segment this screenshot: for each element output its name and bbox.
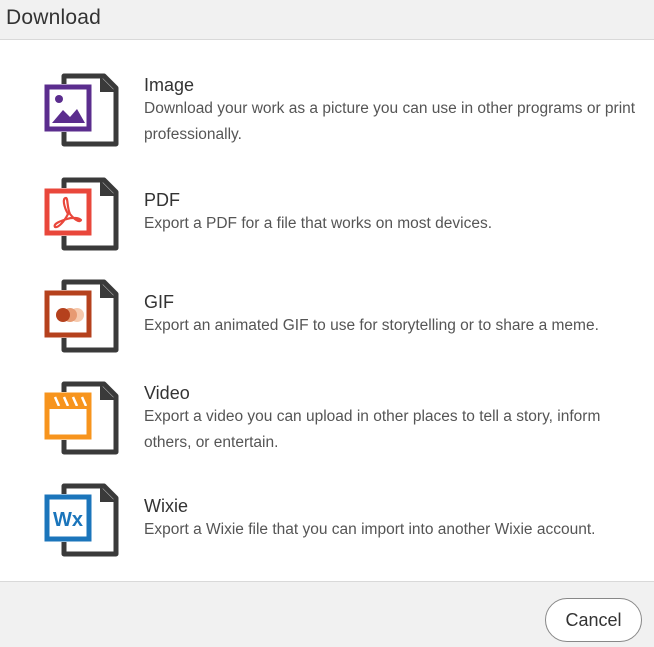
option-description: Download your work as a picture you can … (144, 100, 636, 143)
download-option-pdf[interactable]: PDF Export a PDF for a file that works o… (0, 174, 654, 254)
download-option-gif[interactable]: GIF Export an animated GIF to use for st… (0, 276, 654, 356)
download-option-image[interactable]: Image Download your work as a picture yo… (0, 70, 654, 150)
option-title: GIF (144, 292, 174, 312)
dialog-footer: Cancel (0, 581, 654, 647)
gif-file-icon (44, 279, 119, 353)
video-file-icon (44, 381, 119, 455)
option-description: Export a Wixie file that you can import … (144, 521, 596, 538)
option-description: Export a video you can upload in other p… (144, 408, 601, 451)
option-title: Image (144, 75, 195, 95)
option-title: Video (144, 383, 190, 403)
dialog-header: Download (0, 0, 654, 40)
pdf-file-icon (44, 177, 119, 251)
dialog-title: Download (6, 6, 101, 29)
option-title: Wixie (144, 496, 188, 516)
download-option-wixie[interactable]: Wx Wixie Export a Wixie file that you ca… (0, 480, 654, 560)
cancel-button[interactable]: Cancel (545, 598, 642, 642)
wixie-icon-text: Wx (53, 509, 83, 531)
option-description: Export an animated GIF to use for storyt… (144, 317, 599, 334)
download-option-video[interactable]: Video Export a video you can upload in o… (0, 378, 654, 458)
image-file-icon (44, 73, 119, 147)
option-title: PDF (144, 190, 180, 210)
option-description: Export a PDF for a file that works on mo… (144, 215, 493, 232)
wixie-file-icon: Wx (44, 483, 119, 557)
